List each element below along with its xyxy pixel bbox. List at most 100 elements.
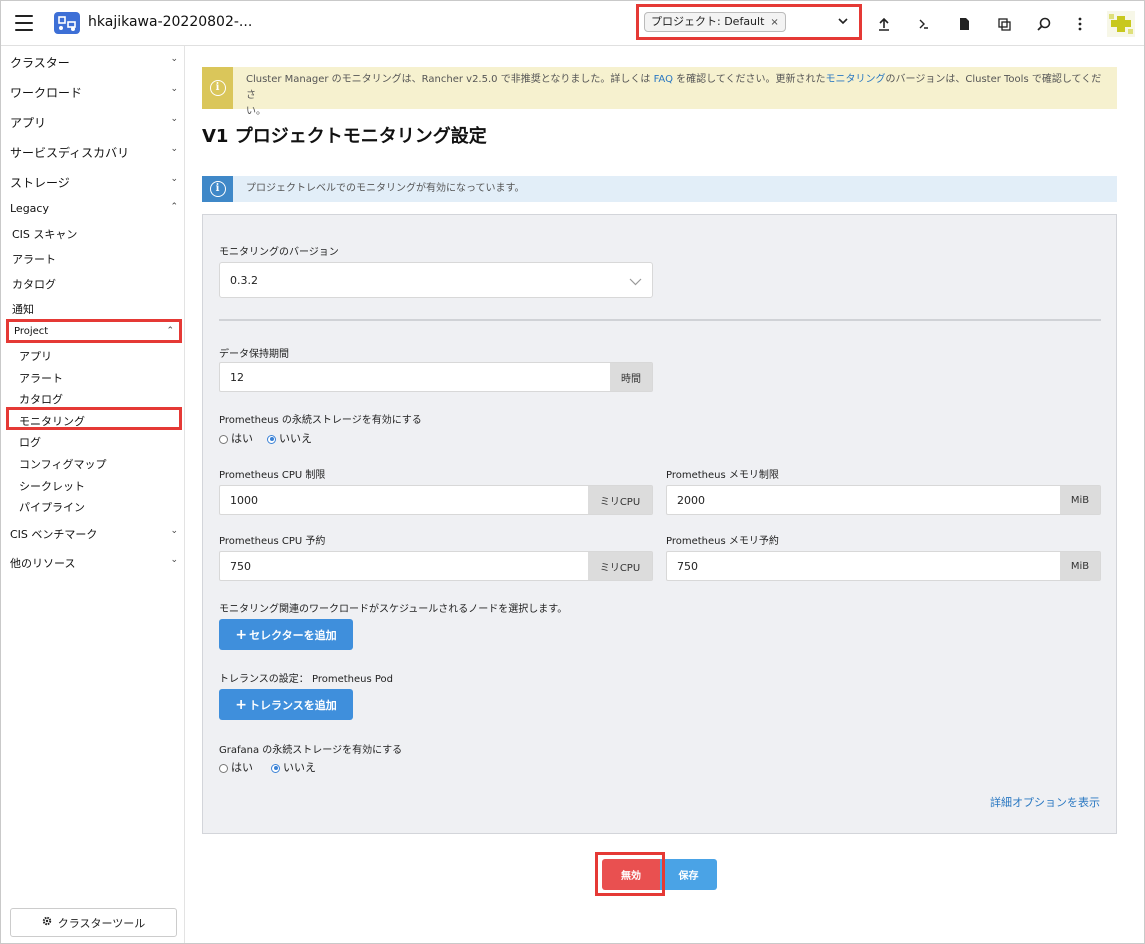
sidebar-item-project-pipelines[interactable]: パイプライン xyxy=(19,499,85,515)
mem-reserve-value: 750 xyxy=(677,560,698,573)
add-toleration-button[interactable]: + トレランスを追加 xyxy=(219,689,353,720)
sidebar-group-more-resources[interactable]: 他のリソース ⌄ xyxy=(10,555,178,571)
copy-icon[interactable] xyxy=(994,14,1014,34)
radio-yes[interactable]: はい xyxy=(219,759,253,775)
sidebar-item-cis-scan[interactable]: CIS スキャン xyxy=(12,226,77,242)
sidebar-group-apps[interactable]: アプリ ⌄ xyxy=(10,114,178,131)
info-text: プロジェクトレベルでのモニタリングが有効になっています。 xyxy=(246,183,525,194)
retention-unit: 時間 xyxy=(610,363,652,391)
chevron-down-icon: ⌄ xyxy=(170,114,178,124)
save-button[interactable]: 保存 xyxy=(660,859,717,890)
sidebar-group-label: アプリ xyxy=(10,116,47,130)
version-select[interactable]: 0.3.2 xyxy=(219,262,653,298)
cpu-limit-value: 1000 xyxy=(230,494,258,507)
sidebar-item-project-logging[interactable]: ログ xyxy=(19,434,41,450)
sidebar-item-alerts[interactable]: アラート xyxy=(12,251,56,267)
grafana-storage-label: Grafana の永続ストレージを有効にする xyxy=(219,745,403,756)
sidebar-group-label: ワークロード xyxy=(10,86,83,100)
show-advanced-link[interactable]: 詳細オプションを表示 xyxy=(990,794,1100,810)
app-window: hkajikawa-20220802-... プロジェクト: Default × xyxy=(0,0,1145,944)
chevron-down-icon: ⌄ xyxy=(170,84,178,94)
sidebar-item-catalog[interactable]: カタログ xyxy=(12,276,56,292)
plus-icon: + xyxy=(235,696,247,713)
sidebar-group-service-discovery[interactable]: サービスディスカバリ ⌄ xyxy=(10,144,178,161)
chevron-down-icon: ⌄ xyxy=(170,174,178,184)
mem-reserve-label: Prometheus メモリ予約 xyxy=(666,536,779,547)
search-icon[interactable] xyxy=(1034,14,1054,34)
sidebar-group-label: Legacy xyxy=(10,202,49,215)
add-toleration-label: トレランスを追加 xyxy=(248,698,337,712)
cluster-tools-button[interactable]: クラスターツール xyxy=(10,908,177,937)
version-label: モニタリングのバージョン xyxy=(219,247,339,258)
menu-icon[interactable] xyxy=(15,15,33,31)
radio-no-label: いいえ xyxy=(279,432,312,445)
mem-unit: MiB xyxy=(1060,486,1100,514)
mem-limit-label: Prometheus メモリ制限 xyxy=(666,470,779,481)
sidebar-group-workload[interactable]: ワークロード ⌄ xyxy=(10,84,178,101)
mem-unit: MiB xyxy=(1060,552,1100,580)
toleration-label: トレランスの設定： Prometheus Pod xyxy=(219,674,394,685)
add-selector-button[interactable]: + セレクターを追加 xyxy=(219,619,353,650)
sidebar-group-label: クラスター xyxy=(10,56,70,70)
sidebar-item-project-apps[interactable]: アプリ xyxy=(19,348,52,364)
monitoring-link[interactable]: モニタリング xyxy=(826,74,886,85)
sidebar-item-project-alerts[interactable]: アラート xyxy=(19,370,63,386)
retention-input[interactable]: 12 時間 xyxy=(219,362,653,392)
prom-storage-radios: はい いいえ xyxy=(219,430,312,446)
sidebar-item-project-configmaps[interactable]: コンフィグマップ xyxy=(19,456,106,472)
sidebar-group-label: CIS ベンチマーク xyxy=(10,528,98,541)
chevron-down-icon: ⌄ xyxy=(170,555,178,565)
chevron-up-icon: ⌃ xyxy=(170,202,178,212)
project-chip[interactable]: プロジェクト: Default × xyxy=(644,12,786,32)
avatar[interactable] xyxy=(1107,11,1135,37)
monitoring-settings-panel: モニタリングのバージョン 0.3.2 データ保持期間 12 時間 Prometh… xyxy=(202,214,1117,834)
chevron-down-icon: ⌄ xyxy=(170,144,178,154)
chevron-down-icon xyxy=(629,272,642,291)
deprecation-banner: i Cluster Manager のモニタリングは、Rancher v2.5.… xyxy=(202,67,1117,117)
cpu-reserve-input[interactable]: 750 ミリCPU xyxy=(219,551,653,581)
node-select-label: モニタリング関連のワークロードがスケジュールされるノードを選択します。 xyxy=(219,604,568,615)
retention-label: データ保持期間 xyxy=(219,349,289,360)
page-title: V1 プロジェクトモニタリング設定 xyxy=(202,126,487,147)
file-icon[interactable] xyxy=(954,14,974,34)
sidebar-group-project[interactable]: Project ⌃ xyxy=(14,326,174,337)
upload-icon[interactable] xyxy=(874,14,894,34)
radio-no[interactable]: いいえ xyxy=(267,430,312,446)
terminal-icon[interactable] xyxy=(914,14,934,34)
sidebar-group-cluster[interactable]: クラスター ⌄ xyxy=(10,54,178,71)
cluster-tools-label: クラスターツール xyxy=(57,916,146,930)
cpu-limit-label: Prometheus CPU 制限 xyxy=(219,470,326,481)
sidebar-group-storage[interactable]: ストレージ ⌄ xyxy=(10,174,178,191)
sidebar-group-label: 他のリソース xyxy=(10,557,76,570)
sidebar-group-cis-benchmark[interactable]: CIS ベンチマーク ⌄ xyxy=(10,526,178,542)
sidebar: クラスター ⌄ ワークロード ⌄ アプリ ⌄ サービスディスカバリ ⌄ ストレージ ⌄ L… xyxy=(1,46,185,943)
grafana-storage-radios: はい いいえ xyxy=(219,759,316,775)
radio-yes[interactable]: はい xyxy=(219,430,253,446)
cpu-reserve-label: Prometheus CPU 予約 xyxy=(219,536,326,547)
sidebar-group-label: ストレージ xyxy=(10,176,70,190)
chevron-down-icon[interactable] xyxy=(838,14,848,28)
plus-icon: + xyxy=(235,626,248,643)
warning-text: を確認してください。更新された xyxy=(672,74,826,85)
project-selector[interactable]: プロジェクト: Default × xyxy=(644,11,854,35)
info-icon: i xyxy=(202,176,233,202)
radio-no[interactable]: いいえ xyxy=(271,759,316,775)
faq-link[interactable]: FAQ xyxy=(654,74,673,85)
sidebar-group-legacy[interactable]: Legacy ⌃ xyxy=(10,202,178,215)
chevron-down-icon: ⌄ xyxy=(170,526,178,536)
mem-limit-input[interactable]: 2000 MiB xyxy=(666,485,1101,515)
mem-limit-value: 2000 xyxy=(677,494,705,507)
sidebar-item-project-catalog[interactable]: カタログ xyxy=(19,391,63,407)
cpu-limit-input[interactable]: 1000 ミリCPU xyxy=(219,485,653,515)
more-vertical-icon[interactable] xyxy=(1070,14,1090,34)
cpu-unit: ミリCPU xyxy=(588,486,652,514)
sidebar-item-project-monitoring[interactable]: モニタリング xyxy=(19,413,85,429)
sidebar-item-notifiers[interactable]: 通知 xyxy=(12,301,34,317)
sidebar-item-project-secrets[interactable]: シークレット xyxy=(19,478,85,494)
disable-button[interactable]: 無効 xyxy=(602,859,660,890)
cluster-name[interactable]: hkajikawa-20220802-... xyxy=(88,14,252,30)
sidebar-group-label: Project xyxy=(14,326,49,337)
chip-remove-icon[interactable]: × xyxy=(770,17,778,28)
mem-reserve-input[interactable]: 750 MiB xyxy=(666,551,1101,581)
warning-text: い。 xyxy=(246,106,266,117)
